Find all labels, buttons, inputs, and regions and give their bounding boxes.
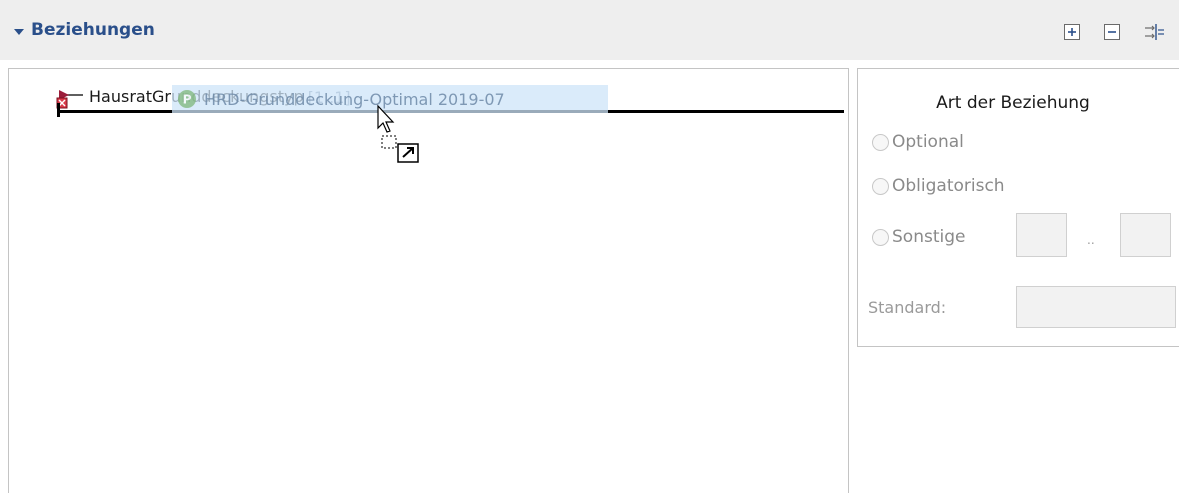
- radio-circle[interactable]: [872, 133, 889, 151]
- tree-node[interactable]: HausratGrunddeckungstyp [1..1]: [55, 84, 351, 110]
- relation-type-title: Art der Beziehung: [936, 93, 1090, 113]
- collapse-all-icon[interactable]: [1103, 23, 1121, 41]
- tree-node-label: HausratGrunddeckungstyp: [89, 87, 304, 106]
- radio-circle[interactable]: [872, 228, 889, 246]
- relation-type-panel: Art der Beziehung Optional Obligatorisch…: [857, 68, 1179, 347]
- standard-label: Standard:: [868, 298, 947, 317]
- section-title[interactable]: Beziehungen: [31, 20, 155, 40]
- radio-sonstige-label: Sonstige: [892, 227, 966, 247]
- radio-sonstige[interactable]: Sonstige: [872, 224, 965, 250]
- max-cardinality-field[interactable]: [1120, 213, 1171, 257]
- radio-obligatorisch[interactable]: Obligatorisch: [872, 173, 1005, 199]
- radio-circle[interactable]: [872, 177, 889, 195]
- association-icon: [56, 90, 83, 109]
- range-separator: ..: [1087, 233, 1095, 247]
- expand-all-icon[interactable]: [1063, 23, 1081, 41]
- min-cardinality-field[interactable]: [1016, 213, 1067, 257]
- section-header: Beziehungen: [0, 0, 1179, 60]
- radio-obligatorisch-label: Obligatorisch: [892, 176, 1005, 196]
- layout-toggle-icon[interactable]: [1143, 23, 1165, 41]
- radio-optional[interactable]: Optional: [872, 129, 964, 155]
- triangle-down-icon[interactable]: [13, 27, 25, 37]
- tree-node-cardinality: [1..1]: [307, 87, 351, 107]
- standard-field[interactable]: [1016, 286, 1176, 328]
- radio-optional-label: Optional: [892, 132, 964, 152]
- relations-tree[interactable]: HausratGrunddeckungstyp [1..1]: [8, 68, 849, 493]
